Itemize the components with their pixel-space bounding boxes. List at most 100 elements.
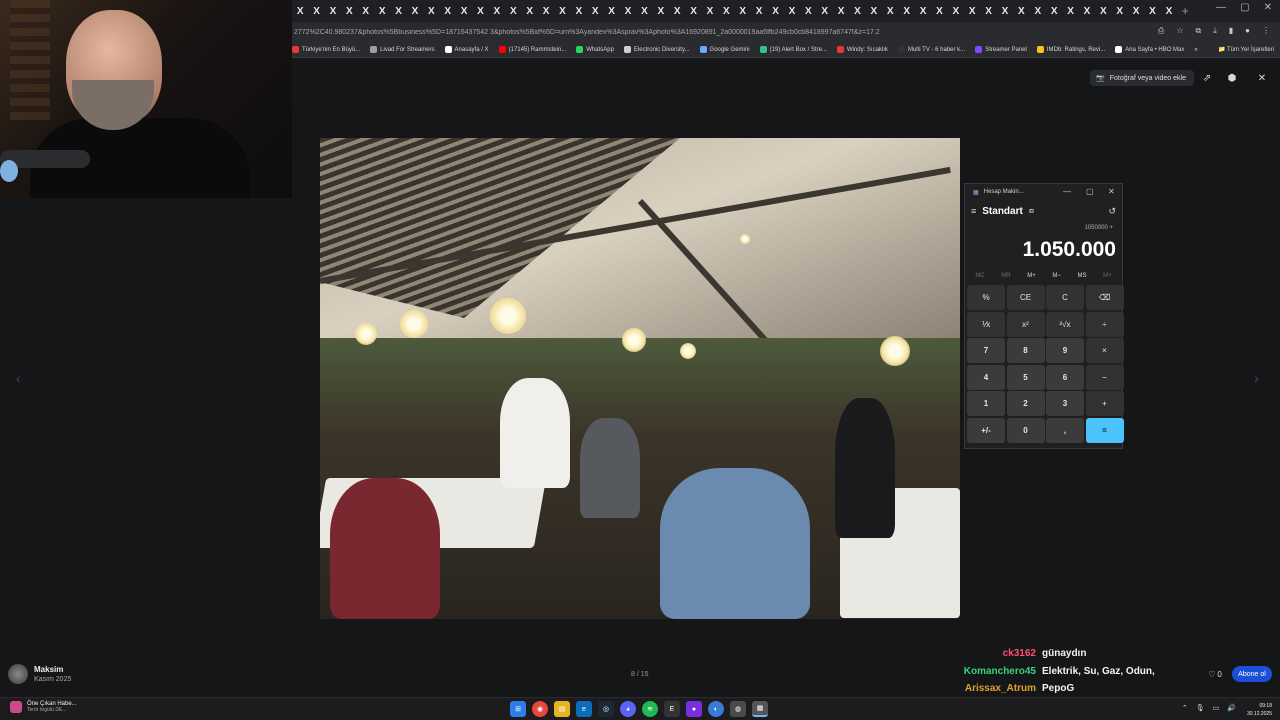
photo-author[interactable]: Maksim Kasım 2025 <box>8 664 71 684</box>
calc-key[interactable]: × <box>1085 338 1124 363</box>
tray-chevron-icon[interactable]: ⌃ <box>1182 704 1188 712</box>
discord-icon[interactable]: ◕ <box>620 701 636 717</box>
epic-games-icon[interactable]: E <box>664 701 680 717</box>
browser-tab[interactable]: X <box>685 0 701 22</box>
browser-tab[interactable]: X <box>653 0 669 22</box>
browser-tab[interactable]: X <box>702 0 718 22</box>
add-photo-button[interactable]: 📷 Fotoğraf veya video ekle <box>1090 70 1194 86</box>
calc-key[interactable]: ⌫ <box>1085 285 1124 310</box>
memory-button[interactable]: MC <box>975 273 984 279</box>
memory-button[interactable]: M+ <box>1027 273 1036 279</box>
browser-tab[interactable]: X <box>374 0 390 22</box>
bookmark-item[interactable]: Anasayfa / X <box>444 46 489 53</box>
browser-tab[interactable]: X <box>505 0 521 22</box>
browser-tab[interactable]: X <box>1062 0 1078 22</box>
steam-icon[interactable]: ◎ <box>598 701 614 717</box>
start-icon[interactable]: ⊞ <box>510 701 526 717</box>
calc-key[interactable]: x² <box>1006 311 1045 337</box>
news-widget[interactable]: Öne Çıkan Habe... Terör örgütü DE... <box>10 701 77 713</box>
calc-key[interactable]: C <box>1046 285 1084 310</box>
microphone-icon[interactable]: 🎙 <box>1196 704 1205 712</box>
calc-key[interactable]: CE <box>1006 285 1045 310</box>
history-icon[interactable]: ↺ <box>1108 206 1116 217</box>
browser-tab[interactable]: X <box>1013 0 1029 22</box>
browser-tab[interactable]: X <box>620 0 636 22</box>
calc-key[interactable]: 8 <box>1006 338 1045 363</box>
browser-tab[interactable]: X <box>1030 0 1046 22</box>
browser-tab[interactable]: X <box>1095 0 1111 22</box>
browser-tab[interactable]: X <box>521 0 537 22</box>
browser-tab[interactable]: X <box>800 0 816 22</box>
calc-maximize-icon[interactable]: ▢ <box>1086 187 1094 196</box>
calc-key[interactable]: +/- <box>967 417 1005 443</box>
menu-icon[interactable]: ⋮ <box>1262 26 1270 36</box>
close-window-icon[interactable]: ✕ <box>1264 2 1272 13</box>
calc-key[interactable]: , <box>1046 417 1084 443</box>
app-icon[interactable]: ◍ <box>730 701 746 717</box>
browser-tab[interactable]: X <box>292 0 308 22</box>
browser-tab[interactable]: X <box>669 0 685 22</box>
calc-key[interactable]: 0 <box>1006 417 1045 443</box>
browser-tab[interactable]: X <box>718 0 734 22</box>
previous-photo-arrow[interactable]: ‹ <box>16 370 21 386</box>
calc-minimize-icon[interactable]: — <box>1063 187 1071 196</box>
minimize-icon[interactable]: — <box>1216 2 1226 13</box>
calc-key[interactable]: = <box>1085 417 1124 443</box>
downloads-icon[interactable]: ⤓ <box>1213 26 1217 36</box>
install-app-icon[interactable]: ⎙ <box>1158 26 1164 36</box>
calc-key[interactable]: ⅟x <box>967 311 1005 337</box>
bookmark-item[interactable]: IMDb: Ratings, Revi... <box>1036 46 1105 53</box>
browser-tab[interactable]: X <box>407 0 423 22</box>
calc-key[interactable]: % <box>967 285 1005 310</box>
browser-tab[interactable]: X <box>1112 0 1128 22</box>
profile-icon[interactable]: ● <box>1245 26 1250 36</box>
browser-tab[interactable]: X <box>489 0 505 22</box>
file-explorer-icon[interactable]: ▤ <box>554 701 570 717</box>
calc-key[interactable]: ²√x <box>1046 311 1084 337</box>
sidebar-icon[interactable]: ▮ <box>1229 26 1233 36</box>
browser-tab[interactable]: X <box>341 0 357 22</box>
calc-key[interactable]: 5 <box>1006 364 1045 390</box>
browser-tab[interactable]: X <box>472 0 488 22</box>
browser-tab[interactable]: X <box>325 0 341 22</box>
browser-tab[interactable]: X <box>390 0 406 22</box>
report-icon[interactable]: ⬢ <box>1224 70 1240 86</box>
calculator-taskbar-icon[interactable]: ▦ <box>752 701 768 717</box>
browser-tab[interactable]: X <box>636 0 652 22</box>
close-lightbox-icon[interactable]: ✕ <box>1254 70 1270 86</box>
browser-tab[interactable]: X <box>882 0 898 22</box>
memory-button[interactable]: M− <box>1052 273 1061 279</box>
bookmark-star-icon[interactable]: ☆ <box>1176 26 1183 36</box>
app-icon[interactable]: ◐ <box>708 701 724 717</box>
browser-tab[interactable]: X <box>751 0 767 22</box>
bookmark-item[interactable]: Google Gemini <box>699 46 750 53</box>
extensions-icon[interactable]: ⧉ <box>1195 26 1201 36</box>
calc-key[interactable]: 6 <box>1046 364 1084 390</box>
browser-tab[interactable]: X <box>948 0 964 22</box>
spotify-icon[interactable]: ≋ <box>642 701 658 717</box>
browser-tab[interactable]: X <box>931 0 947 22</box>
browser-tab[interactable]: X <box>456 0 472 22</box>
browser-tab[interactable]: X <box>538 0 554 22</box>
browser-tab[interactable]: X <box>571 0 587 22</box>
clock[interactable]: 09:18 30.12.2025 <box>1247 702 1272 718</box>
browser-tab[interactable]: X <box>358 0 374 22</box>
obs-icon[interactable]: ● <box>686 701 702 717</box>
browser-tab[interactable]: X <box>833 0 849 22</box>
browser-tab[interactable]: X <box>997 0 1013 22</box>
bookmark-item[interactable]: Livad For Streamers <box>370 46 435 53</box>
browser-tab[interactable]: X <box>964 0 980 22</box>
browser-tab[interactable]: X <box>1161 0 1177 22</box>
hamburger-icon[interactable]: ≡ <box>971 206 976 216</box>
browser-tab[interactable]: X <box>308 0 324 22</box>
maximize-icon[interactable]: ▢ <box>1240 2 1249 13</box>
bookmark-item[interactable]: Electronic Diversity... <box>623 46 690 53</box>
like-button[interactable]: ♡ 0 <box>1203 666 1227 682</box>
bookmark-item[interactable]: Multi TV - 6 haber k... <box>897 46 965 53</box>
chrome-icon[interactable]: ◉ <box>532 701 548 717</box>
browser-tab[interactable]: X <box>817 0 833 22</box>
new-tab-button[interactable]: + <box>1177 4 1193 18</box>
bookmarks-overflow-button[interactable]: » <box>1194 47 1197 53</box>
memory-button[interactable]: M˅ <box>1103 273 1112 279</box>
calc-key[interactable]: 1 <box>967 391 1005 416</box>
